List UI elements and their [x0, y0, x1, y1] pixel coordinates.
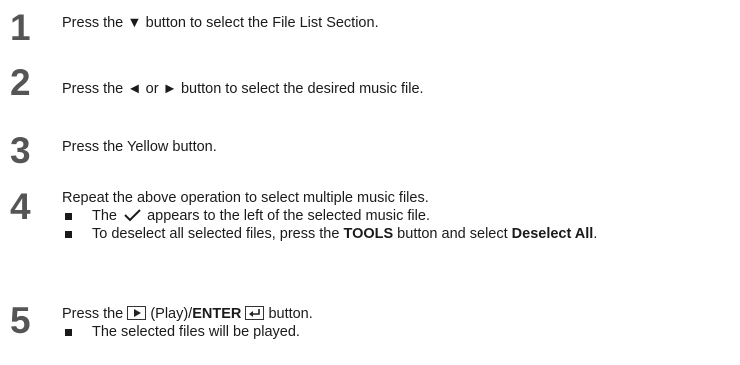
bullet-item: The appears to the left of the selected … [62, 207, 732, 225]
bullet-item: The selected files will be played. [62, 323, 732, 341]
step-number: 5 [10, 300, 31, 341]
step-text: Press the ◄ or ► button to select the de… [62, 81, 424, 97]
step-number: 3 [10, 130, 31, 171]
step-text: Press the (Play)/ENTER button. [62, 306, 313, 322]
step-text: Press the Yellow button. [62, 139, 217, 155]
step-number: 4 [10, 186, 31, 227]
deselect-all-label: Deselect All [511, 226, 594, 242]
play-icon [127, 306, 147, 320]
bullet-icon [65, 213, 72, 220]
bullet-icon [65, 329, 72, 336]
step-number: 1 [10, 7, 31, 48]
step-number: 2 [10, 62, 31, 103]
step-text: Repeat the above operation to select mul… [62, 190, 429, 206]
bullet-item: To deselect all selected files, press th… [62, 225, 732, 243]
bullet-icon [65, 231, 72, 238]
enter-icon [245, 306, 265, 320]
checkmark-icon [124, 209, 141, 222]
step-text: Press the ▼ button to select the File Li… [62, 15, 379, 31]
enter-label: ENTER [192, 306, 242, 322]
tools-label: TOOLS [343, 226, 394, 242]
